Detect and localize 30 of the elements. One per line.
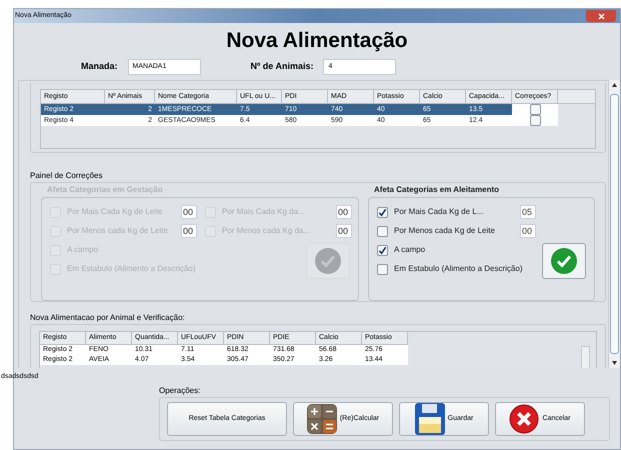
section-title: Painel de Correções xyxy=(30,170,104,182)
option-label: A campo xyxy=(394,244,426,256)
checkbox[interactable] xyxy=(377,206,388,218)
page-heading: Nova Alimentação xyxy=(226,28,408,54)
field-label: Nº de Animais: xyxy=(250,60,314,73)
close-button[interactable] xyxy=(586,10,616,22)
checkbox[interactable] xyxy=(530,104,540,114)
checkbox[interactable] xyxy=(377,226,388,236)
group-title: Afeta Categorias em Aleitamento xyxy=(373,184,500,196)
option-label: Por Menos cada Kg de Leite xyxy=(394,225,496,237)
scrollbar[interactable] xyxy=(581,346,590,368)
checkmark-icon xyxy=(550,246,578,274)
calculator-icon xyxy=(306,404,337,434)
value-field[interactable]: 05 xyxy=(520,205,536,219)
option-label: Em Estabulo (Alimento a Descrição) xyxy=(394,263,522,275)
checkmark-icon xyxy=(378,208,387,216)
checkbox[interactable] xyxy=(377,244,388,256)
apply-button[interactable] xyxy=(542,242,586,278)
checkbox[interactable] xyxy=(530,114,540,126)
close-icon xyxy=(598,12,604,20)
checkbox[interactable] xyxy=(377,264,388,274)
field-label: Manada: xyxy=(81,60,118,73)
cancel-icon xyxy=(509,404,540,434)
scrollbar[interactable] xyxy=(608,80,620,368)
section-title: Nova Alimentacao por Animal e Verificação: xyxy=(30,312,186,324)
section-title: Operações: xyxy=(159,385,202,397)
checkmark-icon xyxy=(314,246,342,274)
option-label: Por Mais Cada Kg de L... xyxy=(394,206,484,218)
checkmark-icon xyxy=(378,246,387,254)
value-field[interactable]: 00 xyxy=(520,224,536,238)
